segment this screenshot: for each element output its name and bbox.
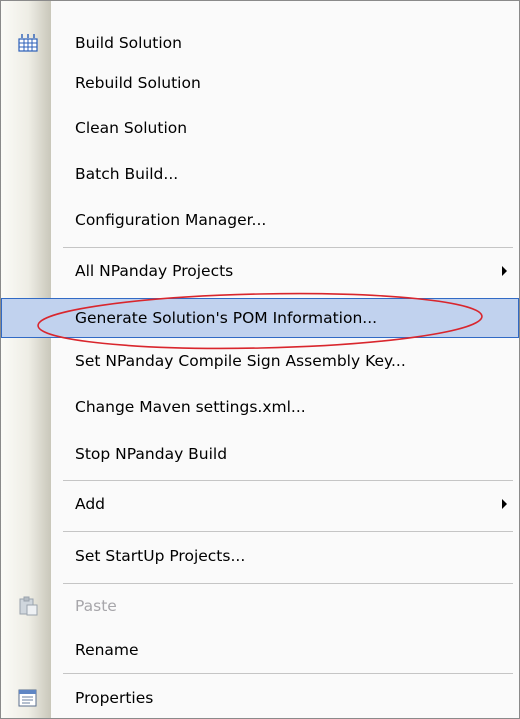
menu-separator: [63, 583, 513, 584]
menu-separator: [63, 673, 513, 674]
menu-item-label: Add: [75, 495, 106, 513]
menu-item-label: Configuration Manager...: [75, 211, 267, 229]
menu-item-label: Rebuild Solution: [75, 74, 201, 92]
menu-item-generate-pom-information[interactable]: Generate Solution's POM Information...: [1, 298, 519, 338]
menu-separator: [63, 531, 513, 532]
menu-item-label: Set NPanday Compile Sign Assembly Key...: [75, 352, 406, 370]
menu-item-rename[interactable]: Rename: [1, 630, 519, 670]
properties-icon: [18, 689, 37, 707]
menu-item-rebuild-solution[interactable]: Rebuild Solution: [1, 63, 519, 103]
paste-icon: [19, 596, 38, 616]
menu-item-label: Batch Build...: [75, 165, 179, 183]
menu-item-all-npanday-projects[interactable]: All NPanday Projects: [1, 251, 519, 291]
menu-item-label: Set StartUp Projects...: [75, 547, 246, 565]
menu-item-clean-solution[interactable]: Clean Solution: [1, 108, 519, 148]
menu-item-label: Generate Solution's POM Information...: [75, 309, 378, 327]
context-menu: Build Solution Rebuild Solution Clean So…: [0, 0, 520, 719]
menu-item-label: Build Solution: [75, 34, 182, 52]
menu-item-label: Change Maven settings.xml...: [75, 398, 306, 416]
menu-item-set-npanday-compile-sign-key[interactable]: Set NPanday Compile Sign Assembly Key...: [1, 341, 519, 381]
menu-item-set-startup-projects[interactable]: Set StartUp Projects...: [1, 536, 519, 576]
menu-item-label: Stop NPanday Build: [75, 445, 228, 463]
submenu-arrow-icon: [502, 499, 507, 509]
menu-item-add[interactable]: Add: [1, 484, 519, 524]
menu-item-label: Rename: [75, 641, 139, 659]
menu-item-label: Properties: [75, 689, 154, 707]
menu-item-configuration-manager[interactable]: Configuration Manager...: [1, 200, 519, 240]
menu-item-batch-build[interactable]: Batch Build...: [1, 154, 519, 194]
menu-item-stop-npanday-build[interactable]: Stop NPanday Build: [1, 434, 519, 474]
menu-item-paste[interactable]: Paste: [1, 586, 519, 626]
build-icon: [18, 34, 38, 52]
menu-separator: [63, 247, 513, 248]
menu-item-change-maven-settings[interactable]: Change Maven settings.xml...: [1, 387, 519, 427]
submenu-arrow-icon: [502, 266, 507, 276]
menu-separator: [63, 480, 513, 481]
menu-item-properties[interactable]: Properties: [1, 678, 519, 718]
menu-item-label: All NPanday Projects: [75, 262, 234, 280]
menu-item-label: Paste: [75, 597, 117, 615]
menu-item-label: Clean Solution: [75, 119, 188, 137]
menu-item-build-solution[interactable]: Build Solution: [1, 23, 519, 63]
